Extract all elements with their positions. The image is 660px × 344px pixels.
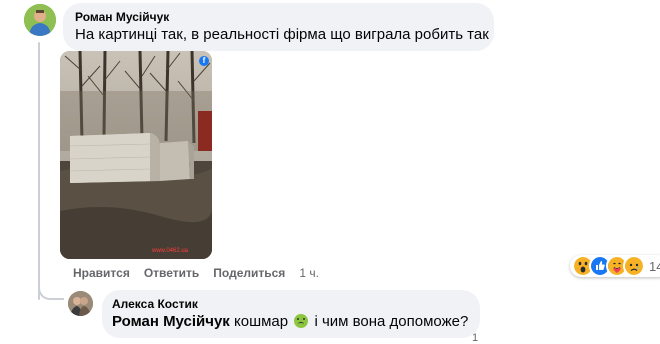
reply-author[interactable]: Алекса Костик <box>112 297 198 311</box>
reaction-count: 14 <box>649 258 660 274</box>
thread-branch <box>38 284 64 300</box>
like-link[interactable]: Нравится <box>73 266 130 280</box>
reaction-summary[interactable]: 14 <box>570 255 660 277</box>
mention-link[interactable]: Роман Мусійчук <box>112 313 230 330</box>
avatar-image <box>68 291 93 316</box>
reply-reaction-count: 1 <box>472 332 479 344</box>
avatar-aleksa[interactable] <box>68 291 93 316</box>
comment-actions: Нравится Ответить Поделиться 1 ч. <box>73 266 319 280</box>
reply-text: Роман Мусійчук кошмар і чим вона допомож… <box>112 313 468 330</box>
comment-author[interactable]: Роман Мусійчук <box>75 10 169 24</box>
reply-link[interactable]: Ответить <box>144 266 199 280</box>
reply-text-part: кошмар <box>229 313 293 330</box>
thread-line <box>38 42 40 300</box>
share-link[interactable]: Поделиться <box>213 266 285 280</box>
nauseated-face-emoji-icon <box>294 314 309 328</box>
comment-timestamp[interactable]: 1 ч. <box>299 266 319 280</box>
facebook-badge-icon: f <box>199 56 209 66</box>
avatar-roman[interactable] <box>24 4 56 36</box>
avatar-image <box>24 4 56 36</box>
comment-text: На картинці так, в реальності фірма що в… <box>75 26 489 43</box>
sad-reaction-icon <box>623 255 645 277</box>
photo-watermark: www.0462.ua <box>152 248 189 254</box>
photo-image <box>60 51 212 259</box>
reply-text-part: і чим вона допоможе? <box>310 313 469 330</box>
comment-photo[interactable] <box>60 51 212 259</box>
